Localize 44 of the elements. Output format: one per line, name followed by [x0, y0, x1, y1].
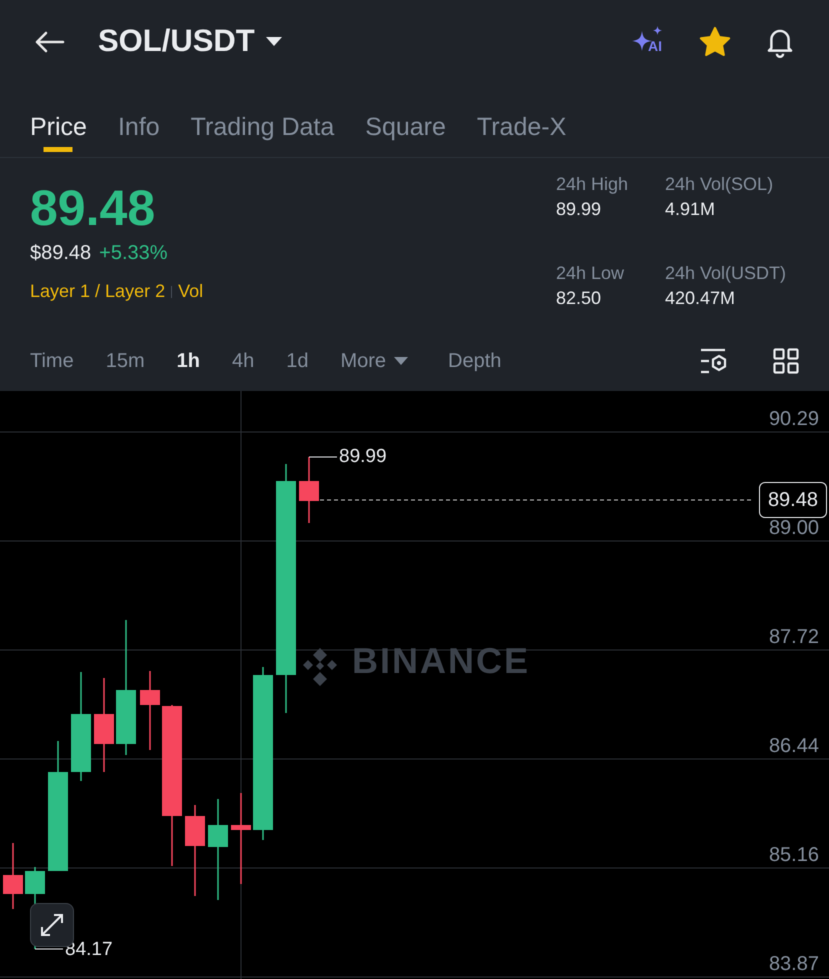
price-axis-label: 87.72 — [768, 626, 819, 648]
interval-tab[interactable]: 4h — [232, 346, 254, 376]
caret-icon — [264, 36, 283, 47]
stat-value: 82.50 — [556, 286, 602, 310]
stat-value: 4.91M — [665, 198, 716, 221]
stat-label: 24h Low — [556, 262, 626, 284]
last-price: 89.48 — [30, 180, 156, 236]
interval-tab[interactable]: Time — [30, 346, 74, 376]
stat-label: 24h High — [556, 173, 630, 196]
caret-icon — [394, 357, 408, 365]
category-tag[interactable]: Vol — [178, 278, 204, 305]
price-axis-label: 89.00 — [768, 517, 819, 539]
price-axis-label: 85.16 — [768, 844, 819, 866]
price-axis-label: 86.44 — [768, 735, 819, 757]
stat-value: 89.99 — [556, 198, 602, 221]
tab[interactable]: Info — [118, 101, 160, 152]
interval-tab[interactable]: 15m — [106, 346, 145, 376]
candlestick — [3, 843, 23, 909]
tab[interactable]: Square — [365, 101, 446, 152]
candlestick — [299, 457, 319, 523]
tab[interactable]: Trade-X — [476, 101, 566, 152]
leader-line — [34, 948, 64, 950]
tab[interactable]: Trading Data — [190, 101, 334, 152]
stat-label: 24h Vol(USDT) — [665, 262, 788, 284]
last-price-tag: 89.48 — [758, 482, 827, 518]
price-axis-label: 90.29 — [768, 408, 819, 430]
chart-watermark: BINANCE — [352, 643, 530, 679]
brand-logo-icon — [303, 648, 337, 686]
price-change: +5.33% — [99, 241, 168, 266]
category-tag[interactable]: Layer 1 / Layer 2 — [30, 278, 166, 305]
grid-layout-icon[interactable] — [773, 348, 799, 374]
interval-tab[interactable]: 1d — [286, 346, 308, 376]
tab[interactable]: Price — [30, 101, 87, 152]
stat-value: 420.47M — [665, 286, 736, 310]
leader-line — [308, 456, 338, 458]
interval-tab[interactable]: Depth — [448, 346, 502, 376]
usd-price: $89.48 — [30, 241, 92, 266]
interval-tab[interactable]: 1h — [176, 346, 200, 376]
pair-selector[interactable]: SOL/USDT — [98, 18, 283, 65]
interval-tab[interactable]: More — [340, 346, 408, 376]
price-axis-label: 83.87 — [768, 953, 819, 975]
stat-label: 24h Vol(SOL) — [665, 173, 774, 196]
high-price-label: 89.99 — [339, 446, 387, 468]
indicator-settings-icon[interactable] — [699, 347, 729, 375]
